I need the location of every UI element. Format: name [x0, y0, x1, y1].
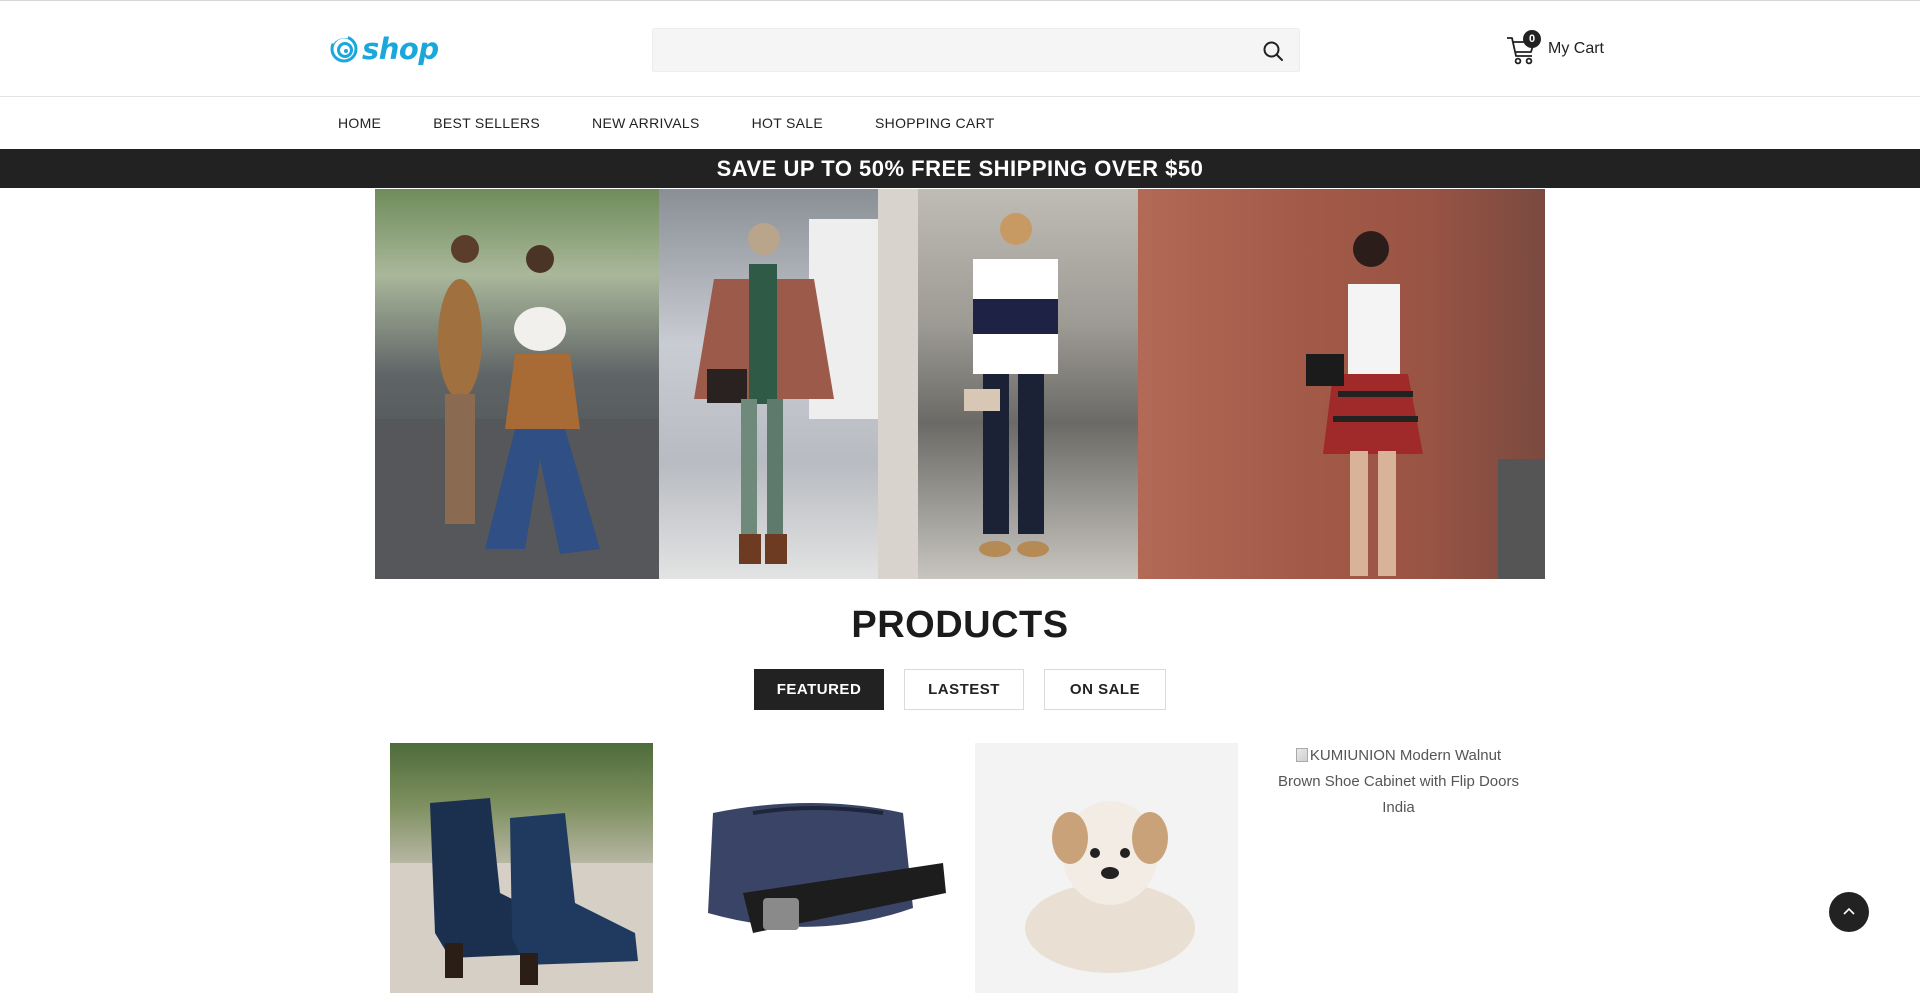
- nav-list: HOME BEST SELLERS NEW ARRIVALS HOT SALE …: [338, 97, 1047, 149]
- my-cart-button[interactable]: 0 My Cart: [1506, 29, 1604, 69]
- site-logo[interactable]: shop: [328, 31, 439, 67]
- puppy-photo: [1025, 801, 1195, 973]
- nav-item-new-arrivals[interactable]: NEW ARRIVALS: [592, 115, 700, 131]
- hero-photo-street-duo: [375, 189, 659, 579]
- promo-banner: SAVE UP TO 50% FREE SHIPPING OVER $50: [0, 149, 1920, 188]
- product-card-belt-bag[interactable]: [683, 743, 946, 993]
- poncho-figure: [694, 219, 878, 564]
- nav-item-home[interactable]: HOME: [338, 115, 381, 131]
- product-card-puppy[interactable]: [975, 743, 1238, 993]
- search-input[interactable]: [653, 29, 1299, 71]
- search-icon[interactable]: [1261, 39, 1285, 63]
- cart-icon-wrap: 0: [1506, 30, 1541, 66]
- nav-item-best-sellers[interactable]: BEST SELLERS: [433, 115, 540, 131]
- hero-banner[interactable]: [375, 189, 1545, 579]
- nav-item-shopping-cart[interactable]: SHOPPING CART: [875, 115, 995, 131]
- broken-image-alt: KUMIUNION Modern Walnut Brown Shoe Cabin…: [1267, 743, 1530, 821]
- hero-photo-brick-wall: [1138, 189, 1545, 579]
- main-nav: HOME BEST SELLERS NEW ARRIVALS HOT SALE …: [0, 97, 1920, 149]
- site-header: shop 0 My Cart: [0, 0, 1920, 97]
- street-duo-figures: [375, 235, 659, 579]
- tab-featured[interactable]: FEATURED: [754, 669, 884, 710]
- nav-item-hot-sale[interactable]: HOT SALE: [752, 115, 823, 131]
- back-to-top-button[interactable]: [1829, 892, 1869, 932]
- products-heading: PRODUCTS: [851, 604, 1069, 646]
- ankle-boots-photo: [390, 798, 653, 993]
- logo-swirl-icon: [330, 35, 358, 63]
- product-card-shoe-cabinet[interactable]: KUMIUNION Modern Walnut Brown Shoe Cabin…: [1267, 743, 1530, 993]
- hero-photo-plaid-poncho: [659, 189, 878, 579]
- products-tabs: FEATURED LASTEST ON SALE: [754, 669, 1166, 710]
- tab-on-sale[interactable]: ON SALE: [1044, 669, 1166, 710]
- product-card-boots[interactable]: [390, 743, 653, 993]
- chevron-up-icon: [1843, 907, 1855, 915]
- broken-image-icon: [1295, 748, 1308, 762]
- search-bar: [652, 28, 1300, 72]
- cart-label: My Cart: [1548, 40, 1604, 57]
- belt-bag-photo: [708, 803, 946, 933]
- product-image-alt-text: KUMIUNION Modern Walnut Brown Shoe Cabin…: [1278, 747, 1519, 816]
- brick-wall-figure: [1306, 231, 1545, 579]
- logo-text: shop: [362, 31, 439, 66]
- striped-tee-figure: [878, 189, 1058, 579]
- hero-photo-striped-tee: [878, 189, 1138, 579]
- tab-lastest[interactable]: LASTEST: [904, 669, 1024, 710]
- cart-count-badge: 0: [1523, 30, 1541, 48]
